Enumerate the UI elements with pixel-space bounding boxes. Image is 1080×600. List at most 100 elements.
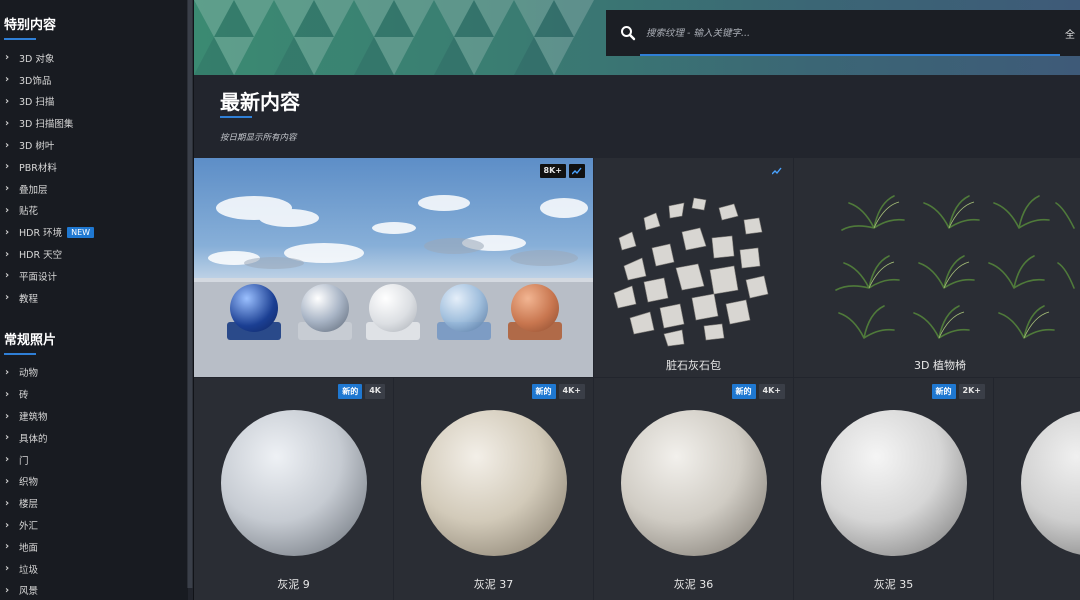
page-title: 最新内容 [220, 90, 300, 114]
chevron-right-icon: › [5, 226, 10, 238]
sidebar-item-tutorials[interactable]: › 教程 [0, 287, 188, 309]
sidebar-item-ground[interactable]: › 地面 [0, 536, 188, 558]
chevron-right-icon: › [5, 292, 10, 304]
sidebar-item-hdr-env[interactable]: › HDR 环境 NEW [0, 221, 188, 243]
chevron-right-icon: › [5, 410, 10, 422]
new-badge: 新的 [731, 384, 756, 399]
content-grid: 8K+ 脏石灰石包 3D 植物椅 新的 4K 灰泥 9 新的 4K+ 灰泥 37… [194, 158, 1080, 600]
chart-icon[interactable] [569, 164, 585, 178]
sidebar-item-buildings[interactable]: › 建筑物 [0, 405, 188, 427]
card-tags: 新的 4K [338, 384, 385, 399]
white-sphere [369, 284, 417, 332]
scrollbar-thumb[interactable] [188, 0, 192, 588]
sidebar-item-label: 织物 [19, 477, 39, 489]
hdr-preview-image [194, 195, 593, 377]
resolution-badge: 2K+ [958, 384, 985, 399]
sidebar-item-label: 3D 树叶 [19, 141, 55, 153]
search-bar: 全 [606, 10, 1080, 56]
sidebar-item-fabric[interactable]: › 织物 [0, 471, 188, 493]
sidebar-item-decals[interactable]: › 贴花 [0, 200, 188, 222]
section-title-photos: 常规照片 [4, 332, 57, 348]
resolution-badge: 4K+ [758, 384, 785, 399]
card-tags: 新的 2K+ [931, 384, 985, 399]
chevron-right-icon: › [5, 541, 10, 553]
sidebar-item-brick[interactable]: › 砖 [0, 383, 188, 405]
sidebar-item-doors[interactable]: › 门 [0, 449, 188, 471]
chevron-right-icon: › [5, 139, 10, 151]
chevron-right-icon: › [5, 183, 10, 195]
sidebar-item-label: 外汇 [19, 521, 39, 533]
chevron-right-icon: › [5, 52, 10, 64]
chevron-right-icon: › [5, 454, 10, 466]
chevron-right-icon: › [5, 519, 10, 531]
sidebar-item-3d-foliage[interactable]: › 3D 树叶 [0, 134, 188, 156]
sidebar-item-3d-scans[interactable]: › 3D 扫描 [0, 91, 188, 113]
sidebar-item-3d-objects[interactable]: › 3D 对象 [0, 47, 188, 69]
sidebar-item-hdr-sky[interactable]: › HDR 天空 [0, 243, 188, 265]
new-badge: 新的 [338, 384, 363, 399]
sidebar-item-3d-scan-atlas[interactable]: › 3D 扫描图集 [0, 112, 188, 134]
sidebar-item-label: 动物 [19, 368, 39, 380]
section-title-featured: 特别内容 [4, 18, 57, 33]
card-title: 灰泥 9 [277, 578, 310, 591]
new-badge: 新的 [531, 384, 556, 399]
card-tags [769, 164, 785, 178]
card-stucco-36[interactable]: 新的 4K+ 灰泥 36 [594, 378, 793, 600]
card-title: 脏石灰石包 [666, 359, 721, 372]
sidebar-item-3d-decor[interactable]: › 3D饰品 [0, 69, 188, 91]
search-underline [640, 54, 1060, 56]
chrome-sphere [301, 284, 349, 332]
chevron-right-icon: › [5, 497, 10, 509]
sidebar-item-graphic-design[interactable]: › 平面设计 [0, 265, 188, 287]
card-stucco-37[interactable]: 新的 4K+ 灰泥 37 [394, 378, 593, 600]
search-input[interactable] [646, 20, 1056, 46]
sidebar-item-label: 砖 [19, 390, 29, 402]
card-title: 灰泥 37 [473, 578, 514, 591]
sidebar-item-label: 平面设计 [19, 271, 58, 283]
card-3d-plants[interactable]: 3D 植物椅 [794, 158, 1080, 377]
sidebar-item-label: 门 [19, 455, 29, 467]
material-sphere [1021, 410, 1080, 556]
sidebar-item-label: 3D 对象 [19, 53, 55, 65]
card-tags: 8K+ [539, 164, 585, 178]
resolution-badge: 4K [365, 384, 385, 399]
sidebar: 特别内容 › 3D 对象 › 3D饰品 › 3D 扫描 › 3D 扫描图集 › 3D 树叶… [0, 0, 188, 600]
card-stucco-9[interactable]: 新的 4K 灰泥 9 [194, 378, 393, 600]
sidebar-item-exterior[interactable]: › 外汇 [0, 514, 188, 536]
card-title: 灰泥 35 [873, 578, 914, 591]
sidebar-item-floors[interactable]: › 楼层 [0, 492, 188, 514]
chevron-right-icon: › [5, 388, 10, 400]
sidebar-item-concrete[interactable]: › 具体的 [0, 427, 188, 449]
card-tags: 新的 4K+ [731, 384, 785, 399]
chevron-right-icon: › [5, 563, 10, 575]
sidebar-item-pbr[interactable]: › PBR材料 [0, 156, 188, 178]
chevron-right-icon: › [5, 432, 10, 444]
card-hdr-environment[interactable]: 8K+ [194, 158, 593, 377]
card-stucco-35[interactable]: 新的 2K+ 灰泥 35 [794, 378, 993, 600]
chart-icon[interactable] [769, 164, 785, 178]
sidebar-item-label: HDR 环境 [19, 228, 63, 240]
rock-preview-image [613, 197, 769, 347]
section-underline [4, 38, 36, 40]
blue-sphere [230, 284, 278, 332]
chevron-right-icon: › [5, 270, 10, 282]
sidebar-item-overlays[interactable]: › 叠加层 [0, 178, 188, 200]
sidebar-item-trash[interactable]: › 垃圾 [0, 558, 188, 580]
sidebar-item-landscape[interactable]: › 风景 [0, 580, 188, 600]
card-limestone-pack[interactable]: 脏石灰石包 [594, 158, 793, 377]
new-badge: 新的 [931, 384, 956, 399]
sidebar-item-label: 3D 扫描图集 [19, 119, 74, 131]
glass-sphere [440, 284, 488, 332]
material-sphere [621, 410, 767, 556]
sidebar-item-animals[interactable]: › 动物 [0, 362, 188, 384]
sidebar-item-label: 楼层 [19, 499, 39, 511]
material-sphere [421, 410, 567, 556]
chevron-right-icon: › [5, 117, 10, 129]
search-scope-dropdown[interactable]: 全 [1065, 26, 1075, 41]
featured-list: › 3D 对象 › 3D饰品 › 3D 扫描 › 3D 扫描图集 › 3D 树叶 › PBR… [0, 47, 188, 309]
search-icon[interactable] [620, 25, 636, 41]
sidebar-item-label: 3D饰品 [19, 75, 52, 87]
card-partial[interactable] [994, 378, 1080, 600]
chevron-right-icon: › [5, 204, 10, 216]
sidebar-item-label: HDR 天空 [19, 250, 63, 262]
